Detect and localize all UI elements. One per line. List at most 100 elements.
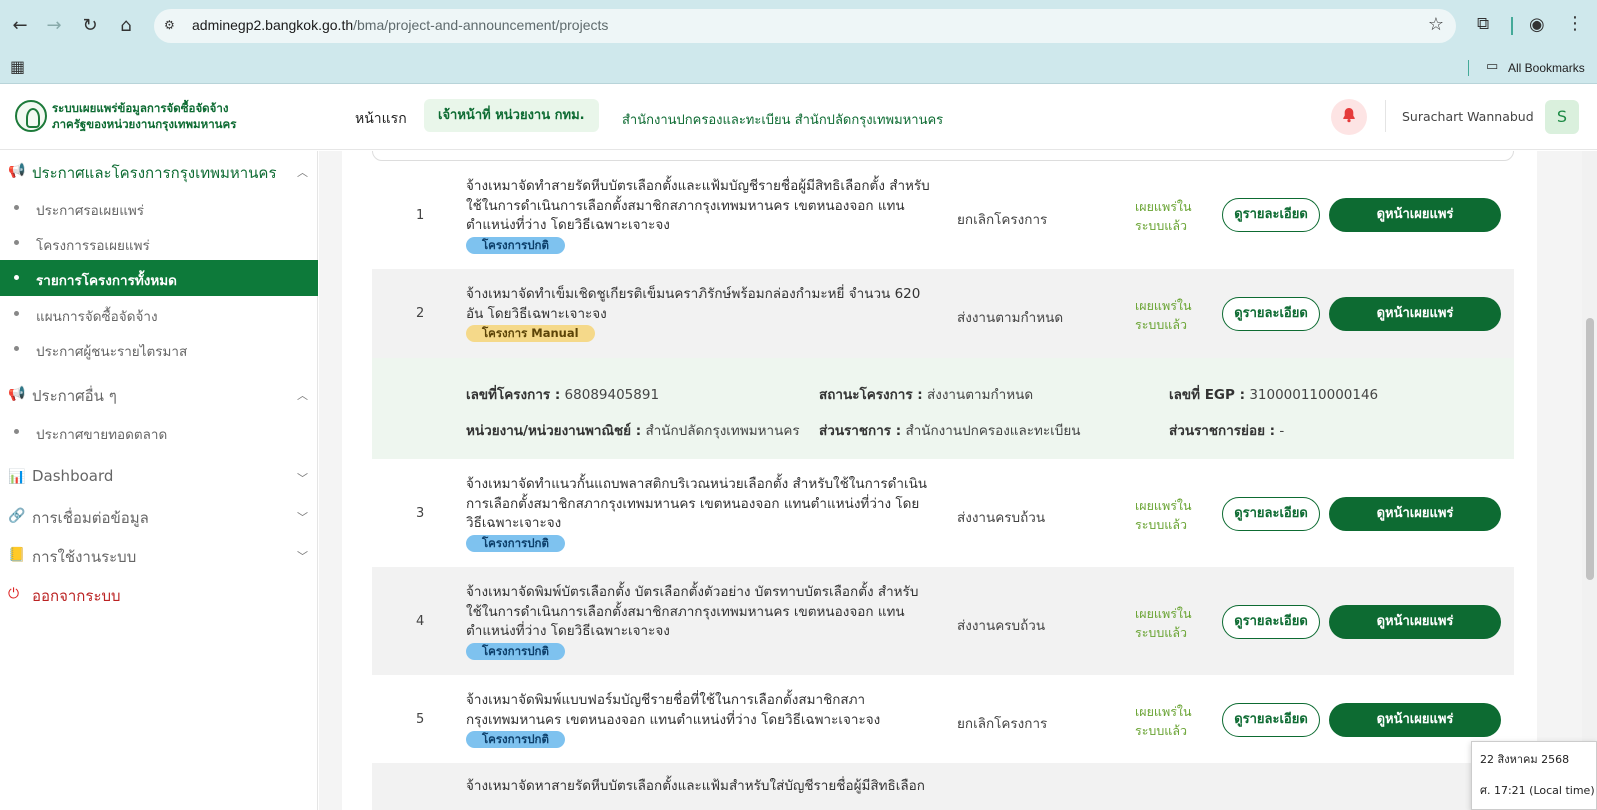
home-icon[interactable]: ⌂ <box>114 14 138 38</box>
main-content: 1 จ้างเหมาจัดทำสายรัดหีบบัตรเลือกตั้งและ… <box>319 151 1597 810</box>
section-title: Dashboard <box>32 467 114 485</box>
row-number: 1 <box>416 208 425 223</box>
project-title: จ้างเหมาจัดพิมพ์บัตรเลือกตั้ง บัตรเลือกต… <box>466 583 934 661</box>
project-title-text: จ้างเหมาจัดทำแนวกั้นแถบพลาสติกบริเวณหน่ว… <box>466 476 928 531</box>
sidebar-item-quarterly-winners[interactable]: ประกาศผู้ชนะรายไตรมาส <box>0 331 318 367</box>
sidebar-item-procurement-plan[interactable]: แผนการจัดซื้อจัดจ้าง <box>0 296 318 332</box>
section-title: ประกาศอื่น ๆ <box>32 387 117 405</box>
sidebar: 📢 ประกาศและโครงการกรุงเทพมหานคร ︿ ประกาศ… <box>0 151 318 810</box>
detail-subdivision: ส่วนราชการย่อย : - <box>1169 423 1285 439</box>
scrollbar-thumb[interactable] <box>1586 318 1594 580</box>
nav-home-link[interactable]: หน้าแรก <box>355 108 407 130</box>
clock-date: 22 สิงหาคม 2568 <box>1480 753 1570 766</box>
bma-logo[interactable] <box>15 100 47 132</box>
project-type-badge: โครงการ Manual <box>466 325 595 342</box>
clock-time: ศ. 17:21 (Local time) <box>1480 784 1595 797</box>
forward-arrow-icon[interactable]: → <box>42 14 66 38</box>
bullet-icon <box>14 275 19 280</box>
project-type-badge: โครงการปกติ <box>466 534 565 552</box>
detail-status: สถานะโครงการ : ส่งงานตามกำหนด <box>819 387 1034 403</box>
sidebar-item-auction[interactable]: ประกาศขายทอดตลาด <box>0 414 318 450</box>
apps-grid-icon[interactable]: ▦ <box>10 57 25 76</box>
project-title: จ้างเหมาจัดทำเข็มเชิดชูเกียรติเข็มนคราภิ… <box>466 285 934 344</box>
details-button[interactable]: ดูรายละเอียด <box>1222 198 1320 232</box>
table-row: 5 จ้างเหมาจัดพิมพ์แบบฟอร์มบัญชีรายชื่อที… <box>372 675 1514 763</box>
project-title: จ้างเหมาจัดพิมพ์แบบฟอร์มบัญชีรายชื่อที่ใ… <box>466 691 934 750</box>
header-divider <box>1385 100 1386 132</box>
sidebar-item-label: แผนการจัดซื้อจัดจ้าง <box>36 309 158 325</box>
view-published-button[interactable]: ดูหน้าเผยแพร่ <box>1329 703 1501 737</box>
project-detail-panel: เลขที่โครงการ : 68089405891 สถานะโครงการ… <box>372 358 1514 459</box>
sidebar-item-pending-projects[interactable]: โครงการรอเผยแพร่ <box>0 225 318 261</box>
project-title-text: จ้างเหมาจัดหาสายรัดหีบบัตรเลือกตั้งและแฟ… <box>466 778 925 794</box>
bullet-icon <box>14 240 19 245</box>
sidebar-item-label: ประกาศขายทอดตลาด <box>36 427 168 443</box>
sidebar-section-dashboard[interactable]: 📊 Dashboard ﹀ <box>8 467 308 491</box>
project-title-text: จ้างเหมาจัดพิมพ์บัตรเลือกตั้ง บัตรเลือกต… <box>466 584 919 639</box>
table-row: 2 จ้างเหมาจัดทำเข็มเชิดชูเกียรติเข็มนครา… <box>372 269 1514 358</box>
details-button[interactable]: ดูรายละเอียด <box>1222 497 1320 531</box>
publish-status: เผยแพร่ในระบบแล้ว <box>1135 704 1192 738</box>
all-bookmarks-link[interactable]: All Bookmarks <box>1508 61 1585 75</box>
section-title: ประกาศและโครงการกรุงเทพมหานคร <box>32 164 277 182</box>
chevron-down-icon: ﹀ <box>297 550 308 563</box>
detail-agency: หน่วยงาน/หน่วยงานพาณิชย์ : สำนักปลัดกรุง… <box>466 423 800 439</box>
app-header: ระบบเผยแพร่ข้อมูลการจัดซื้อจัดจ้าง ภาครั… <box>0 84 1597 150</box>
bullet-icon <box>14 311 19 316</box>
sidebar-item-pending-announcements[interactable]: ประกาศรอเผยแพร่ <box>0 190 318 226</box>
site-settings-icon[interactable]: ⚙ <box>164 18 180 34</box>
avatar[interactable]: S <box>1545 100 1579 134</box>
profile-icon[interactable]: ◉ <box>1529 14 1545 35</box>
sidebar-section-projects[interactable]: 📢 ประกาศและโครงการกรุงเทพมหานคร ︿ <box>8 161 308 185</box>
chevron-down-icon: ﹀ <box>297 472 308 485</box>
project-status: ยกเลิกโครงการ <box>957 716 1048 732</box>
section-title: การเชื่อมต่อข้อมูล <box>32 509 149 527</box>
back-arrow-icon[interactable]: ← <box>8 14 32 38</box>
extensions-icon[interactable]: ⧉ <box>1477 14 1489 34</box>
sidebar-item-label: รายการโครงการทั้งหมด <box>36 273 177 289</box>
project-title-text: จ้างเหมาจัดทำสายรัดหีบบัตรเลือกตั้งและแฟ… <box>466 178 930 233</box>
notification-button[interactable] <box>1331 99 1367 135</box>
details-button[interactable]: ดูรายละเอียด <box>1222 605 1320 639</box>
browser-menu-icon[interactable]: ⋮ <box>1566 13 1584 34</box>
folder-icon[interactable]: ▭ <box>1486 59 1498 74</box>
browser-toolbar: ← → ↻ ⌂ ⚙ adminegp2.bangkok.go.th/bma/pr… <box>0 0 1597 52</box>
bullet-icon <box>14 205 19 210</box>
address-bar[interactable]: ⚙ adminegp2.bangkok.go.th/bma/project-an… <box>154 9 1456 43</box>
sidebar-item-label: ประกาศรอเผยแพร่ <box>36 203 145 219</box>
section-title: การใช้งานระบบ <box>32 548 137 566</box>
table-row: 1 จ้างเหมาจัดทำสายรัดหีบบัตรเลือกตั้งและ… <box>372 169 1514 269</box>
view-published-button[interactable]: ดูหน้าเผยแพร่ <box>1329 198 1501 232</box>
chevron-down-icon: ﹀ <box>297 511 308 524</box>
logout-button[interactable]: ⏻ ออกจากระบบ <box>8 584 308 608</box>
chevron-up-icon: ︿ <box>297 166 308 179</box>
role-badge: เจ้าหน้าที่ หน่วยงาน กทม. <box>424 99 599 132</box>
url-text[interactable]: adminegp2.bangkok.go.th/bma/project-and-… <box>192 17 608 33</box>
sidebar-section-other[interactable]: 📢 ประกาศอื่น ๆ ︿ <box>8 384 308 408</box>
reload-icon[interactable]: ↻ <box>78 14 102 38</box>
detail-project-no: เลขที่โครงการ : 68089405891 <box>466 387 660 403</box>
detail-egp: เลขที่ EGP : 310000110000146 <box>1169 387 1379 403</box>
view-published-button[interactable]: ดูหน้าเผยแพร่ <box>1329 605 1501 639</box>
user-name[interactable]: Surachart Wannabud <box>1402 109 1534 124</box>
project-title-text: จ้างเหมาจัดพิมพ์แบบฟอร์มบัญชีรายชื่อที่ใ… <box>466 692 881 728</box>
logo-title[interactable]: ระบบเผยแพร่ข้อมูลการจัดซื้อจัดจ้าง ภาครั… <box>52 100 236 132</box>
details-button[interactable]: ดูรายละเอียด <box>1222 703 1320 737</box>
sidebar-section-usage[interactable]: 📒 การใช้งานระบบ ﹀ <box>8 545 308 569</box>
table-row: 3 จ้างเหมาจัดทำแนวกั้นแถบพลาสติกบริเวณหน… <box>372 459 1514 567</box>
sidebar-section-data-connection[interactable]: 🔗 การเชื่อมต่อข้อมูล ﹀ <box>8 506 308 530</box>
project-title-text: จ้างเหมาจัดทำเข็มเชิดชูเกียรติเข็มนคราภิ… <box>466 286 921 322</box>
clock-tooltip: 22 สิงหาคม 2568 ศ. 17:21 (Local time) <box>1471 741 1597 810</box>
bookmarks-divider <box>1468 60 1469 76</box>
view-published-button[interactable]: ดูหน้าเผยแพร่ <box>1329 497 1501 531</box>
sidebar-item-all-projects[interactable]: รายการโครงการทั้งหมด <box>0 260 318 296</box>
bullet-icon <box>14 346 19 351</box>
project-type-badge: โครงการปกติ <box>466 731 565 748</box>
bookmark-star-icon[interactable]: ☆ <box>1428 14 1444 35</box>
view-published-button[interactable]: ดูหน้าเผยแพร่ <box>1329 297 1501 331</box>
details-button[interactable]: ดูรายละเอียด <box>1222 297 1320 331</box>
sidebar-item-label: ประกาศผู้ชนะรายไตรมาส <box>36 344 188 360</box>
table-row: จ้างเหมาจัดหาสายรัดหีบบัตรเลือกตั้งและแฟ… <box>372 763 1514 810</box>
project-title: จ้างเหมาจัดหาสายรัดหีบบัตรเลือกตั้งและแฟ… <box>466 777 934 797</box>
project-type-badge: โครงการปกติ <box>466 642 565 660</box>
